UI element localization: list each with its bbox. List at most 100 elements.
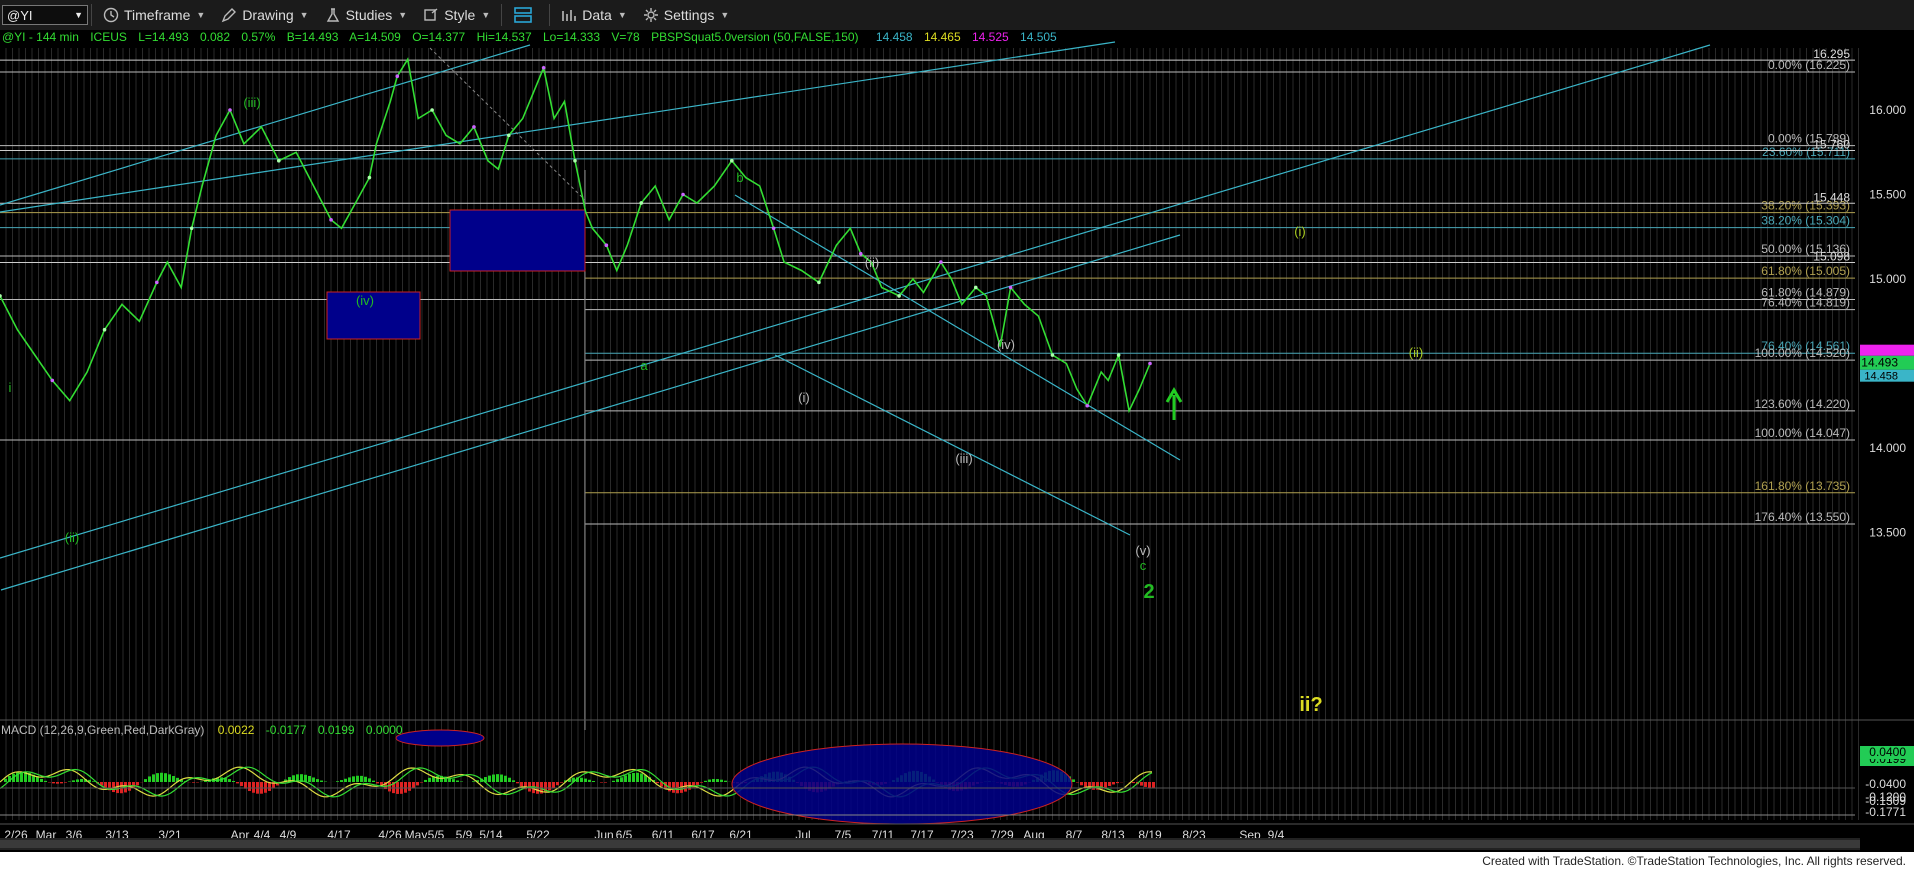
scrollbar-thumb[interactable] — [0, 840, 1860, 848]
macd-histogram-bar — [1148, 782, 1151, 788]
price-axis-label: 15.500 — [1869, 188, 1906, 202]
info-ask: A=14.509 — [349, 30, 401, 44]
price-point — [276, 158, 281, 163]
price-point — [1116, 353, 1121, 357]
caret-down-icon: ▼ — [720, 10, 730, 20]
drawing-menu[interactable]: Drawing ▼ — [213, 0, 316, 30]
timeframe-menu[interactable]: Timeframe ▼ — [95, 0, 213, 30]
info-volume: V=78 — [611, 30, 640, 44]
macd-axis-label: -0.1200 — [1865, 790, 1906, 804]
price-point — [681, 192, 685, 197]
macd-histogram-bar — [656, 782, 659, 784]
price-point — [1148, 361, 1152, 366]
macd-histogram-bar — [552, 782, 555, 788]
studies-label: Studies — [345, 7, 393, 23]
macd-histogram-bar — [1072, 779, 1075, 782]
macd-histogram-bar — [360, 775, 363, 782]
macd-highlight-ellipse — [395, 729, 485, 747]
macd-histogram-bar — [388, 782, 391, 792]
macd-histogram-bar — [156, 773, 159, 782]
macd-histogram-bar — [456, 780, 459, 782]
price-point — [541, 65, 546, 70]
symbol-input[interactable]: @YI ▼ — [2, 5, 88, 25]
fib-label: 61.80% (15.005) — [1761, 264, 1850, 278]
macd-histogram-bar — [704, 780, 707, 782]
price-point — [604, 243, 609, 247]
macd-histogram-bar — [428, 777, 431, 782]
price-point — [1008, 285, 1013, 290]
macd-histogram-bar — [36, 776, 39, 782]
chart-area[interactable]: 0.00% (16.225)0.00% (15.789)23.60% (15.7… — [0, 30, 1914, 852]
macd-histogram-bar — [136, 782, 139, 786]
fib-label: 123.60% (14.220) — [1755, 397, 1850, 411]
macd-histogram-bar — [1092, 782, 1095, 790]
fib-label: 176.40% (13.550) — [1755, 510, 1850, 524]
clock-icon — [103, 7, 119, 23]
wave-label: i — [9, 380, 12, 395]
info-change: 0.082 — [200, 30, 230, 44]
macd-axis-label: -0.1771 — [1865, 805, 1906, 819]
macd-histogram-bar — [40, 778, 43, 782]
study-price-badge — [1860, 344, 1914, 356]
macd-histogram-bar — [1112, 782, 1115, 785]
price-level-label: 15.448 — [1813, 190, 1850, 204]
price-point — [897, 294, 901, 298]
study-value-1: 14.458 — [876, 30, 913, 44]
macd-histogram-bar — [312, 777, 315, 782]
macd-histogram-bar — [80, 778, 83, 782]
price-point — [771, 226, 776, 231]
caret-down-icon: ▼ — [196, 10, 206, 20]
macd-histogram-bar — [600, 782, 603, 783]
macd-histogram-bar — [64, 782, 67, 783]
wave-label: (iv) — [356, 293, 374, 308]
layout-button[interactable] — [505, 0, 546, 30]
price-level-label: 15.098 — [1813, 249, 1850, 263]
macd-histogram-bar — [416, 782, 419, 786]
macd-histogram-bar — [164, 773, 167, 782]
fib-label: 76.40% (14.819) — [1761, 296, 1850, 310]
wave-label: (ii) — [1409, 345, 1423, 360]
price-point — [1050, 353, 1055, 357]
macd-histogram-bar — [1108, 782, 1111, 787]
wave-label: (i) — [1294, 224, 1306, 239]
wave-label: (i) — [798, 390, 810, 405]
macd-histogram-bar — [720, 779, 723, 782]
flask-icon — [326, 8, 339, 22]
macd-value-2: -0.0177 — [266, 723, 307, 737]
macd-histogram-bar — [1116, 782, 1119, 784]
macd-histogram-bar — [364, 776, 367, 782]
studies-menu[interactable]: Studies ▼ — [317, 0, 416, 30]
macd-histogram-bar — [168, 774, 171, 782]
macd-axis-label: 0.0400 — [1869, 745, 1906, 759]
price-point — [189, 226, 194, 231]
info-bid: B=14.493 — [287, 30, 339, 44]
wave-label: ii? — [1299, 694, 1322, 716]
macd-histogram-bar — [248, 782, 251, 792]
macd-histogram-bar — [344, 778, 347, 782]
price-point — [573, 158, 577, 163]
macd-histogram-bar — [620, 777, 623, 782]
data-menu[interactable]: Data ▼ — [553, 0, 635, 30]
macd-histogram-bar — [356, 775, 359, 782]
macd-histogram-bar — [252, 782, 255, 793]
macd-histogram-bar — [724, 780, 727, 782]
macd-histogram-bar — [172, 775, 175, 782]
style-menu[interactable]: Style ▼ — [415, 0, 498, 30]
macd-histogram-bar — [1104, 782, 1107, 788]
settings-label: Settings — [663, 7, 715, 23]
macd-histogram-bar — [232, 780, 235, 782]
price-point — [730, 158, 734, 163]
info-high: Hi=14.537 — [477, 30, 532, 44]
caret-down-icon: ▼ — [617, 10, 627, 20]
price-point — [939, 260, 943, 264]
macd-histogram-bar — [1140, 782, 1143, 786]
macd-histogram-bar — [264, 782, 267, 793]
macd-value-3: 0.0199 — [318, 723, 355, 737]
footer: Created with TradeStation. ©TradeStation… — [0, 852, 1914, 872]
price-point — [506, 133, 511, 138]
price-point — [817, 280, 821, 285]
price-point — [639, 201, 644, 205]
macd-histogram-bar — [408, 782, 411, 791]
settings-menu[interactable]: Settings ▼ — [635, 0, 738, 30]
macd-histogram-bar — [624, 775, 627, 782]
